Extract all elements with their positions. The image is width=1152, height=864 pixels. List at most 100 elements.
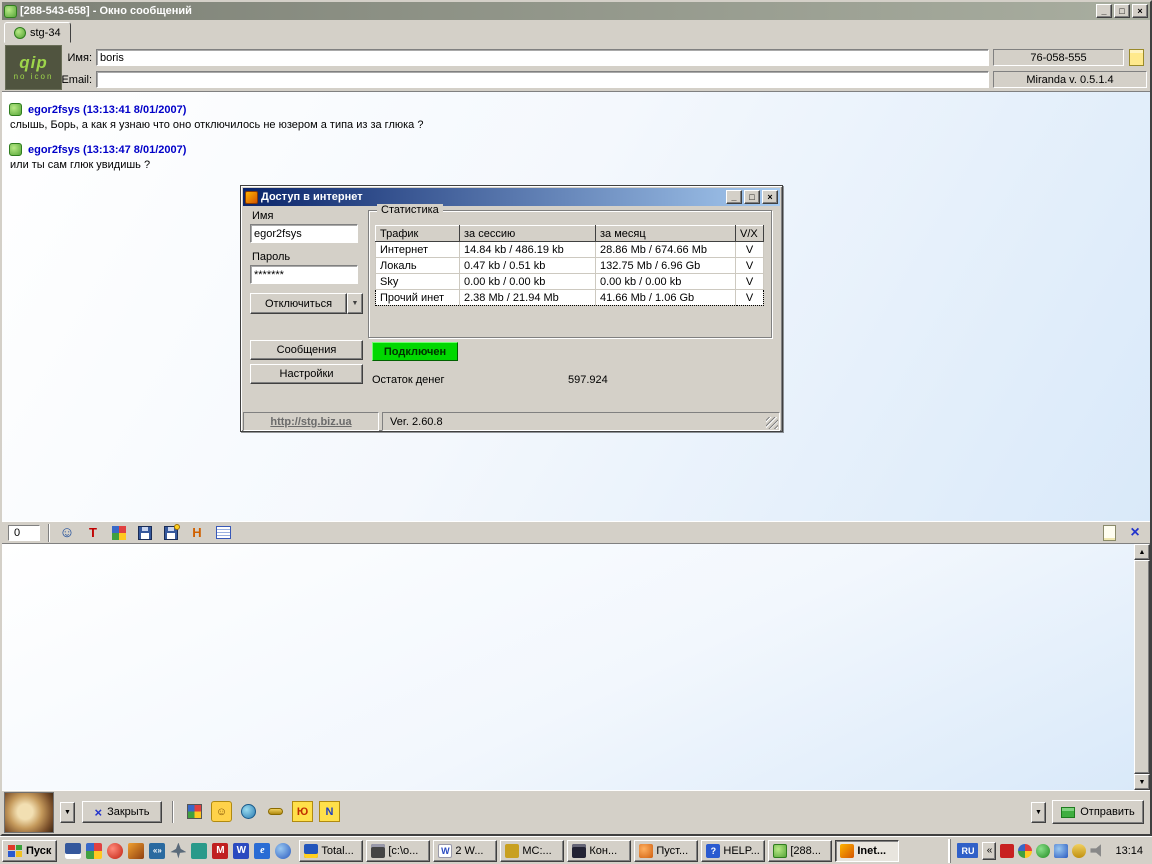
ql-red-icon[interactable] (107, 843, 123, 859)
avatar-logo-text: qip (19, 54, 48, 71)
language-indicator[interactable]: RU (957, 843, 978, 858)
name-field[interactable] (96, 49, 989, 66)
dialog-close-button[interactable]: × (762, 190, 778, 204)
ql-ie-icon[interactable]: e (254, 843, 270, 859)
ql-pen-icon[interactable] (128, 843, 144, 859)
dialog-minimize-button[interactable]: _ (726, 190, 742, 204)
task-console[interactable]: [c:\o... (366, 840, 430, 862)
password-field[interactable] (250, 265, 358, 284)
titlebar[interactable]: [288-543-658] - Окно сообщений _ □ × (2, 2, 1150, 20)
tray-expand-button[interactable]: « (982, 842, 996, 860)
close-tab-icon[interactable]: × (1126, 524, 1144, 542)
connection-status-badge[interactable]: Подключен (372, 342, 458, 361)
disconnect-button[interactable]: Отключиться (250, 293, 347, 314)
clock[interactable]: 13:14 (1108, 845, 1150, 857)
send-options-dropdown[interactable]: ▼ (1031, 802, 1046, 823)
dialog-body: Имя Пароль Отключиться ▼ Сообщения Настр… (243, 206, 780, 410)
task-help[interactable]: ?HELP... (701, 840, 765, 862)
ql-palette-icon[interactable] (86, 843, 102, 859)
incoming-message-icon (9, 143, 22, 156)
ql-m-icon[interactable]: M (212, 843, 228, 859)
tray-icon-gold[interactable] (1072, 844, 1086, 858)
save-icon[interactable] (136, 524, 154, 542)
table-row-selected[interactable]: Прочий инет 2.38 Mb / 21.94 Mb 41.66 Mb … (376, 290, 764, 306)
messages-button[interactable]: Сообщения (250, 340, 363, 360)
task-message-window[interactable]: [288... (768, 840, 832, 862)
name-label: Имя: (62, 52, 92, 64)
scrollbar[interactable]: ▲ ▼ (1134, 544, 1150, 790)
message-item: egor2fsys (13:13:47 8/01/2007) или ты са… (9, 143, 1143, 171)
user-details-icon[interactable] (1129, 49, 1144, 66)
tab-stg-34[interactable]: stg-34 (4, 22, 71, 43)
login-label: Имя (252, 210, 273, 222)
maximize-button[interactable]: □ (1114, 4, 1130, 18)
cell-vx: V (736, 258, 764, 274)
task-mc[interactable]: MC:... (500, 840, 564, 862)
window-title: [288-543-658] - Окно сообщений (20, 5, 1093, 17)
tray-icon-blue[interactable] (1054, 844, 1068, 858)
scroll-up-button[interactable]: ▲ (1134, 544, 1150, 560)
dialog-statusbar: http://stg.biz.ua Ver. 2.60.8 (243, 410, 780, 431)
contact-info-panel: qip no icon Имя: 76-058-555 Email: Miran… (2, 43, 1150, 92)
task-inet-active[interactable]: Inet... (835, 840, 899, 862)
column-vx[interactable]: V/X (736, 226, 764, 242)
ql-save-icon[interactable] (65, 843, 81, 859)
settings-button[interactable]: Настройки (250, 364, 363, 384)
ql-plane-icon[interactable] (170, 843, 186, 859)
send-button[interactable]: Отправить (1052, 800, 1144, 824)
close-chat-button[interactable]: × Закрыть (82, 801, 162, 823)
column-session[interactable]: за сессию (460, 226, 596, 242)
volume-icon[interactable] (1090, 844, 1104, 858)
ql-webmoney-icon[interactable]: W (233, 843, 249, 859)
emoticon-icon[interactable]: ☺ (58, 524, 76, 542)
autosave-icon[interactable] (162, 524, 180, 542)
close-options-dropdown[interactable]: ▼ (60, 802, 75, 823)
quote-icon[interactable] (214, 524, 232, 542)
task-pust[interactable]: Пуст... (634, 840, 698, 862)
system-tray: RU « 13:14 (950, 839, 1150, 863)
translate-icon[interactable] (238, 801, 259, 822)
login-field[interactable] (250, 224, 358, 243)
table-row[interactable]: Локаль 0.47 kb / 0.51 kb 132.75 Mb / 6.9… (376, 258, 764, 274)
smileys-icon[interactable]: ☺ (211, 801, 232, 822)
column-month[interactable]: за месяц (596, 226, 736, 242)
disconnect-combo: Отключиться ▼ (250, 293, 363, 314)
font-icon[interactable]: T (84, 524, 102, 542)
color-icon[interactable] (110, 524, 128, 542)
translit-n-icon[interactable]: N (319, 801, 340, 822)
key-icon[interactable] (265, 801, 286, 822)
tray-icon-green[interactable] (1036, 844, 1050, 858)
table-row[interactable]: Интернет 14.84 kb / 486.19 kb 28.86 Mb /… (376, 242, 764, 258)
history-icon[interactable]: H (188, 524, 206, 542)
scroll-down-button[interactable]: ▼ (1134, 774, 1150, 790)
start-button[interactable]: Пуск (2, 840, 57, 862)
minimize-button[interactable]: _ (1096, 4, 1112, 18)
resize-grip[interactable] (766, 417, 778, 429)
task-total[interactable]: Total... (299, 840, 363, 862)
cell-session: 0.00 kb / 0.00 kb (460, 274, 596, 290)
message-input[interactable] (2, 544, 1134, 790)
table-grid-icon[interactable] (184, 801, 205, 822)
scroll-thumb[interactable] (1134, 560, 1150, 774)
ql-globe-icon[interactable] (275, 843, 291, 859)
task-kon[interactable]: Кон... (567, 840, 631, 862)
new-message-icon[interactable] (1100, 524, 1118, 542)
ql-far-icon[interactable]: «» (149, 843, 165, 859)
mc-icon (505, 844, 519, 858)
tray-icon-palette[interactable] (1018, 844, 1032, 858)
uin-value: 76-058-555 (1030, 52, 1086, 64)
column-traffic[interactable]: Трафик (376, 226, 460, 242)
traffic-table: Трафик за сессию за месяц V/X Интернет 1… (375, 225, 764, 306)
dialog-titlebar[interactable]: Доступ в интернет _ □ × (243, 188, 780, 206)
task-word-group[interactable]: W2 W... (433, 840, 497, 862)
tray-icon-red[interactable] (1000, 844, 1014, 858)
disconnect-dropdown[interactable]: ▼ (347, 293, 363, 314)
site-link[interactable]: http://stg.biz.ua (270, 416, 351, 428)
translit-yu-icon[interactable]: Ю (292, 801, 313, 822)
email-field[interactable] (96, 71, 989, 88)
dialog-maximize-button[interactable]: □ (744, 190, 760, 204)
close-button[interactable]: × (1132, 4, 1148, 18)
ql-package-icon[interactable] (191, 843, 207, 859)
table-row[interactable]: Sky 0.00 kb / 0.00 kb 0.00 kb / 0.00 kb … (376, 274, 764, 290)
cell-name: Интернет (376, 242, 460, 258)
